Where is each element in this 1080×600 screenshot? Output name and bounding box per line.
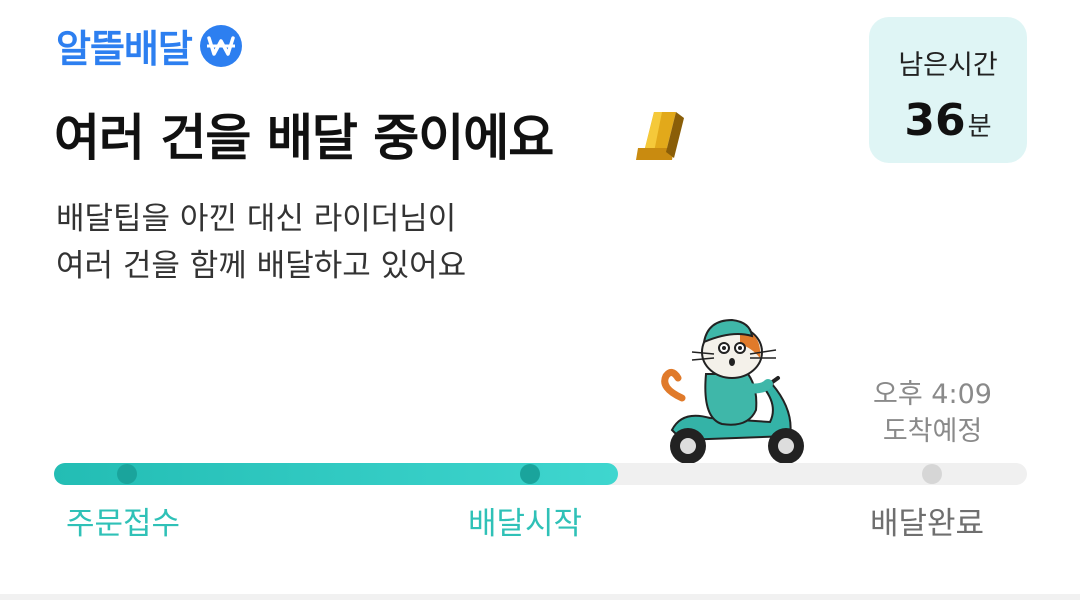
cat-rider-scooter-illustration (661, 318, 804, 464)
number-one-badge-icon (636, 112, 684, 160)
remaining-time-label: 남은시간 (898, 50, 998, 81)
arrival-label: 도착예정 (882, 416, 983, 447)
description: 배달팁을 아낀 대신 라이더님이 여러 건을 함께 배달하고 있어요 (56, 196, 466, 290)
section-divider (0, 594, 1080, 600)
step-label-delivery-started: 배달시작 (468, 506, 583, 542)
description-line-2: 여러 건을 함께 배달하고 있어요 (56, 248, 467, 284)
remaining-minutes: 36 (904, 95, 966, 146)
step-dot-order-received (117, 464, 137, 484)
delivery-progress-bar (54, 463, 1027, 485)
step-dot-delivery-started (520, 464, 540, 484)
remaining-time-value: 36분 (869, 95, 1027, 146)
step-label-order-received: 주문접수 (66, 506, 181, 542)
page-title: 여러 건을 배달 중이에요 (54, 109, 554, 167)
won-coin-icon (199, 24, 242, 67)
brand-logo: 알뜰배달 (56, 18, 244, 73)
step-label-delivery-complete: 배달완료 (870, 506, 985, 542)
remaining-time-card: 남은시간 36분 (869, 17, 1027, 163)
description-line-1: 배달팁을 아낀 대신 라이더님이 (56, 201, 457, 237)
arrival-estimate: 오후 4:09 도착예정 (850, 376, 1015, 450)
remaining-time-unit: 분 (967, 112, 992, 142)
brand-name: 알뜰배달 (56, 27, 193, 71)
step-dot-delivery-complete (922, 464, 942, 484)
arrival-time: 오후 4:09 (873, 379, 992, 410)
